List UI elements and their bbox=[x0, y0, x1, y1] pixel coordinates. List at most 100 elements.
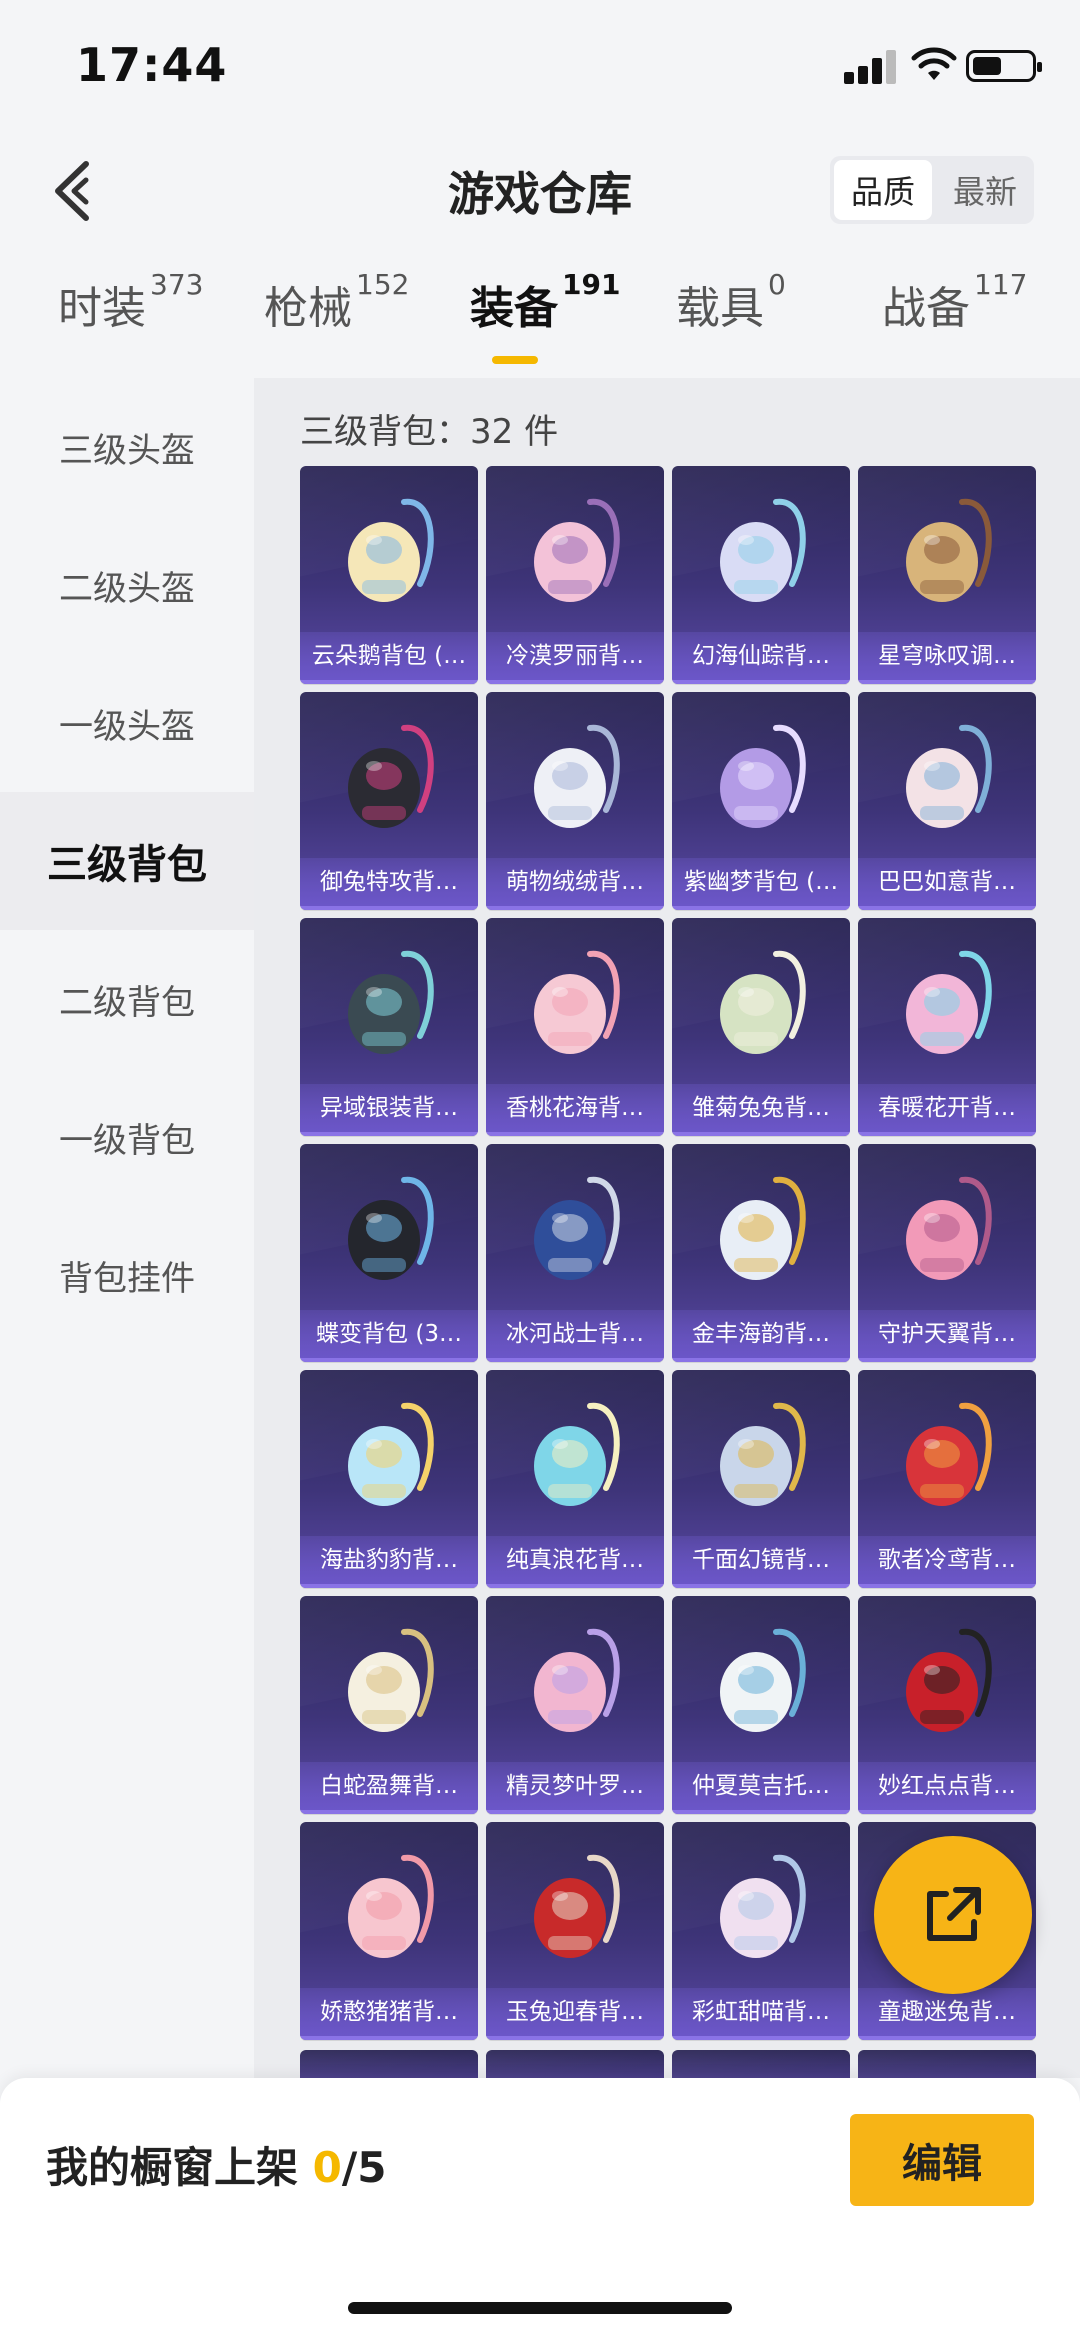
item-card[interactable]: 妙红点点背… bbox=[858, 1596, 1036, 1814]
tab-count: 117 bbox=[974, 268, 1028, 301]
home-indicator bbox=[348, 2302, 732, 2314]
item-card-label: 云朵鹅背包 (… bbox=[300, 632, 478, 684]
tab-guns[interactable]: 枪械 152 bbox=[264, 268, 409, 336]
item-card-label: 歌者冷鸢背… bbox=[858, 1536, 1036, 1588]
bottom-bar: 我的橱窗上架 0/5 编辑 bbox=[0, 2078, 1080, 2339]
tab-count: 0 bbox=[768, 268, 786, 301]
item-card[interactable]: 蝶变背包 (3… bbox=[300, 1144, 478, 1362]
backpack-icon bbox=[534, 1854, 620, 1958]
item-card-label: 紫幽梦背包 (… bbox=[672, 858, 850, 910]
sidebar-item-level1-backpack[interactable]: 一级背包 bbox=[0, 1068, 254, 1206]
item-card-label: 冰河战士背… bbox=[486, 1310, 664, 1362]
item-card[interactable]: 巴巴如意背… bbox=[858, 692, 1036, 910]
tab-vehicles[interactable]: 载具 0 bbox=[676, 268, 786, 336]
item-card-label: 萌物绒绒背… bbox=[486, 858, 664, 910]
tab-label: 装备 bbox=[470, 283, 558, 334]
edit-button[interactable]: 编辑 bbox=[850, 2114, 1034, 2206]
backpack-icon bbox=[720, 1402, 806, 1506]
sort-toggle[interactable]: 品质 最新 bbox=[830, 156, 1034, 224]
backpack-icon bbox=[348, 1402, 434, 1506]
sidebar-item-level3-backpack[interactable]: 三级背包 bbox=[0, 792, 254, 930]
sidebar-item-level3-helmet[interactable]: 三级头盔 bbox=[0, 378, 254, 516]
item-card[interactable]: 彩虹甜喵背… bbox=[672, 1822, 850, 2040]
backpack-icon bbox=[720, 1854, 806, 1958]
item-card[interactable]: 云朵鹅背包 (… bbox=[300, 466, 478, 684]
share-button[interactable] bbox=[874, 1836, 1032, 1994]
backpack-icon bbox=[348, 498, 434, 602]
item-card[interactable]: 千面幻镜背… bbox=[672, 1370, 850, 1588]
item-card[interactable]: 冷漠罗丽背… bbox=[486, 466, 664, 684]
backpack-icon bbox=[534, 1176, 620, 1280]
tab-equipment[interactable]: 装备 191 bbox=[470, 268, 620, 336]
item-card-label: 金丰海韵背… bbox=[672, 1310, 850, 1362]
tab-label: 载具 bbox=[676, 283, 764, 334]
category-tabs: 时装 373 枪械 152 装备 191 载具 0 战备 117 bbox=[0, 268, 1080, 368]
status-time: 17:44 bbox=[76, 38, 228, 92]
item-card-label: 精灵梦叶罗… bbox=[486, 1762, 664, 1814]
backpack-icon bbox=[906, 950, 992, 1054]
sidebar-item-level1-helmet[interactable]: 一级头盔 bbox=[0, 654, 254, 792]
tab-fashion[interactable]: 时装 373 bbox=[58, 268, 203, 336]
item-card[interactable]: 歌者冷鸢背… bbox=[858, 1370, 1036, 1588]
backpack-icon bbox=[906, 1402, 992, 1506]
item-card[interactable]: 白蛇盈舞背… bbox=[300, 1596, 478, 1814]
tab-label: 时装 bbox=[58, 283, 146, 334]
item-card-label: 御兔特攻背… bbox=[300, 858, 478, 910]
item-card-label: 香桃花海背… bbox=[486, 1084, 664, 1136]
showcase-status: 我的橱窗上架 0/5 bbox=[46, 2134, 386, 2195]
item-card[interactable]: 玉兔迎春背… bbox=[486, 1822, 664, 2040]
backpack-icon bbox=[720, 950, 806, 1054]
item-card[interactable]: 幻海仙踪背… bbox=[672, 466, 850, 684]
item-card-label: 娇憨猪猪背… bbox=[300, 1988, 478, 2040]
item-card-label: 玉兔迎春背… bbox=[486, 1988, 664, 2040]
sidebar-item-backpack-charm[interactable]: 背包挂件 bbox=[0, 1206, 254, 1344]
backpack-icon bbox=[720, 724, 806, 828]
item-card[interactable]: 春暖花开背… bbox=[858, 918, 1036, 1136]
item-card[interactable]: 萌物绒绒背… bbox=[486, 692, 664, 910]
backpack-icon bbox=[348, 1176, 434, 1280]
item-card[interactable]: 仲夏莫吉托… bbox=[672, 1596, 850, 1814]
item-card[interactable]: 紫幽梦背包 (… bbox=[672, 692, 850, 910]
external-link-icon bbox=[927, 1887, 981, 1941]
item-card[interactable]: 海盐豹豹背… bbox=[300, 1370, 478, 1588]
item-card[interactable]: 香桃花海背… bbox=[486, 918, 664, 1136]
item-card-label: 守护天翼背… bbox=[858, 1310, 1036, 1362]
item-card[interactable]: 娇憨猪猪背… bbox=[300, 1822, 478, 2040]
tab-battle-gear[interactable]: 战备 117 bbox=[882, 268, 1027, 336]
item-card[interactable]: 精灵梦叶罗… bbox=[486, 1596, 664, 1814]
backpack-icon bbox=[720, 498, 806, 602]
item-card[interactable]: 守护天翼背… bbox=[858, 1144, 1036, 1362]
item-card[interactable]: 冰河战士背… bbox=[486, 1144, 664, 1362]
showcase-current: 0 bbox=[312, 2143, 342, 2192]
item-card-label: 春暖花开背… bbox=[858, 1084, 1036, 1136]
tab-count: 373 bbox=[150, 268, 204, 301]
item-panel: 三级背包：32 件 云朵鹅背包 (… 冷漠罗丽背… 幻海仙踪背… 星穹咏叹调… 御兔特攻… bbox=[254, 378, 1080, 2090]
item-card[interactable]: 御兔特攻背… bbox=[300, 692, 478, 910]
backpack-icon bbox=[348, 950, 434, 1054]
item-card-label: 巴巴如意背… bbox=[858, 858, 1036, 910]
backpack-icon bbox=[534, 1628, 620, 1732]
status-bar: 17:44 bbox=[0, 0, 1080, 130]
sidebar-item-level2-helmet[interactable]: 二级头盔 bbox=[0, 516, 254, 654]
showcase-total: /5 bbox=[341, 2143, 387, 2192]
item-card[interactable]: 星穹咏叹调… bbox=[858, 466, 1036, 684]
sort-option-quality[interactable]: 品质 bbox=[834, 160, 932, 220]
item-card-label: 童趣迷兔背… bbox=[858, 1988, 1036, 2040]
item-card-label: 仲夏莫吉托… bbox=[672, 1762, 850, 1814]
item-card-label: 异域银装背… bbox=[300, 1084, 478, 1136]
item-card[interactable]: 雏菊兔兔背… bbox=[672, 918, 850, 1136]
item-card-label: 海盐豹豹背… bbox=[300, 1536, 478, 1588]
backpack-icon bbox=[348, 1628, 434, 1732]
sidebar-item-level2-backpack[interactable]: 二级背包 bbox=[0, 930, 254, 1068]
sort-option-latest[interactable]: 最新 bbox=[936, 156, 1034, 224]
backpack-icon bbox=[348, 1854, 434, 1958]
backpack-icon bbox=[720, 1628, 806, 1732]
item-card-label: 妙红点点背… bbox=[858, 1762, 1036, 1814]
item-card-label: 纯真浪花背… bbox=[486, 1536, 664, 1588]
item-card[interactable]: 纯真浪花背… bbox=[486, 1370, 664, 1588]
backpack-icon bbox=[534, 724, 620, 828]
item-card[interactable]: 金丰海韵背… bbox=[672, 1144, 850, 1362]
tab-label: 枪械 bbox=[264, 283, 352, 334]
item-card[interactable]: 异域银装背… bbox=[300, 918, 478, 1136]
item-card-label: 冷漠罗丽背… bbox=[486, 632, 664, 684]
